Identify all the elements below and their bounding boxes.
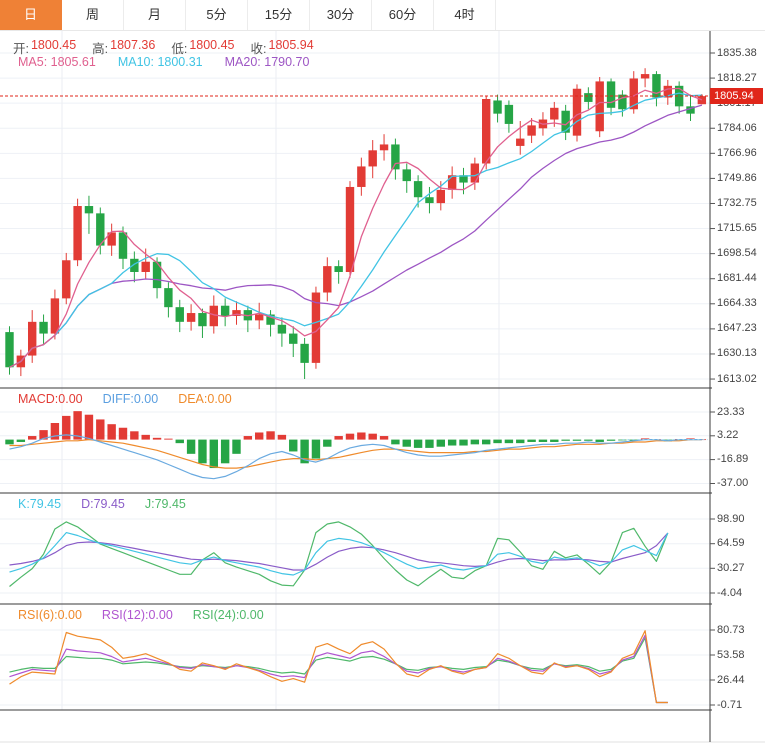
tab-30min[interactable]: 30分 bbox=[310, 0, 372, 30]
tab-15min[interactable]: 15分 bbox=[248, 0, 310, 30]
trading-chart-app: 日 周 月 5分 15分 30分 60分 4时 开: 1800.45 高: 1807… bbox=[0, 0, 765, 745]
tab-4hour[interactable]: 4时 bbox=[434, 0, 496, 30]
current-price-tag: 1805.94 bbox=[710, 88, 763, 104]
tab-60min[interactable]: 60分 bbox=[372, 0, 434, 30]
chart-canvas[interactable] bbox=[0, 30, 765, 745]
tab-day[interactable]: 日 bbox=[0, 0, 62, 30]
period-toolbar: 日 周 月 5分 15分 30分 60分 4时 bbox=[0, 0, 765, 31]
tab-week[interactable]: 周 bbox=[62, 0, 124, 30]
tab-5min[interactable]: 5分 bbox=[186, 0, 248, 30]
chart-region[interactable]: 开: 1800.45 高: 1807.36 低: 1800.45 收: 1805.94 … bbox=[0, 30, 765, 745]
tab-month[interactable]: 月 bbox=[124, 0, 186, 30]
